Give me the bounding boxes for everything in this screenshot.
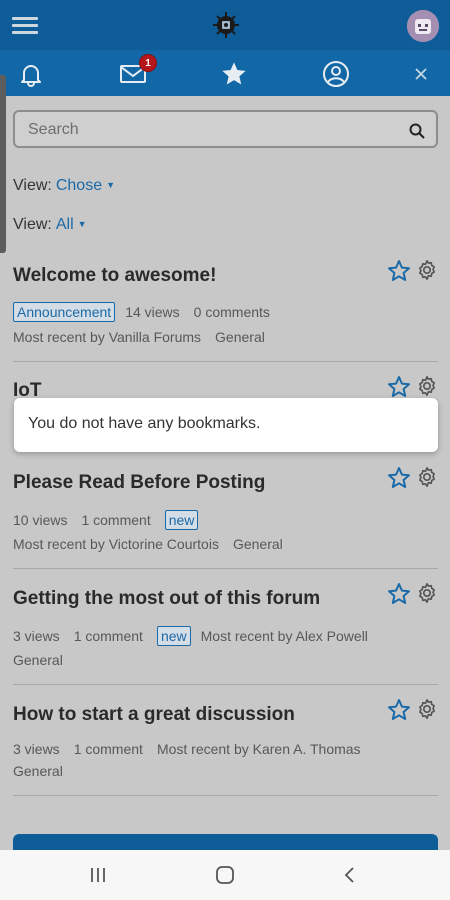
mail-badge: 1 xyxy=(139,54,157,72)
discussion-meta: Announcement 14 views 0 comments xyxy=(13,302,284,322)
view-filter-1[interactable]: View: Chose ▼ xyxy=(13,177,115,195)
divider xyxy=(13,361,438,362)
view-value[interactable]: Chose xyxy=(56,177,102,194)
comment-count: 0 comments xyxy=(193,304,270,320)
gear-icon[interactable] xyxy=(416,698,438,720)
gear-icon[interactable] xyxy=(416,582,438,604)
discussion-title[interactable]: How to start a great discussion xyxy=(13,704,295,726)
close-icon[interactable] xyxy=(406,59,436,89)
notification-bar xyxy=(0,50,450,96)
category: General xyxy=(215,329,265,345)
user-circle-icon[interactable] xyxy=(321,59,351,89)
search-icon[interactable] xyxy=(408,122,426,140)
recent-apps-icon[interactable] xyxy=(86,863,110,887)
user-avatar[interactable] xyxy=(407,10,439,42)
most-recent: Most recent by Karen A. Thomas xyxy=(156,741,361,757)
search-placeholder: Search xyxy=(28,121,79,138)
discussion-meta-recent: Most recent by Victorine Courtois General xyxy=(13,536,297,552)
comment-count: 1 comment xyxy=(73,741,143,757)
gear-icon[interactable] xyxy=(416,466,438,488)
gear-icon[interactable] xyxy=(416,375,438,397)
view-label: View: xyxy=(13,177,52,194)
discussion-meta: 3 views 1 comment new Most recent by Alex P… xyxy=(13,626,382,646)
gear-icon[interactable] xyxy=(416,259,438,281)
new-tag: new xyxy=(156,626,191,646)
star-icon[interactable] xyxy=(219,59,249,89)
discussion-item[interactable]: Getting the most out of this forum 3 vie… xyxy=(13,586,438,676)
divider xyxy=(13,795,438,796)
discussion-meta-category: General xyxy=(13,652,77,668)
category: General xyxy=(13,652,63,668)
bookmark-star-icon[interactable] xyxy=(387,375,411,399)
category: General xyxy=(232,536,283,552)
back-icon[interactable] xyxy=(338,863,362,887)
new-tag: new xyxy=(164,510,199,530)
view-count: 14 views xyxy=(125,304,180,320)
bookmark-star-icon[interactable] xyxy=(387,698,411,722)
view-value[interactable]: All xyxy=(56,216,74,233)
comment-count: 1 comment xyxy=(73,628,143,644)
bookmark-star-icon[interactable] xyxy=(387,582,411,606)
discussion-meta: 10 views 1 comment new xyxy=(13,510,212,530)
announcement-tag: Announcement xyxy=(13,302,116,322)
menu-icon[interactable] xyxy=(12,15,38,35)
discussion-item[interactable]: Welcome to awesome! Announcement 14 views… xyxy=(13,263,438,359)
discussion-title[interactable]: Getting the most out of this forum xyxy=(13,588,320,610)
bookmark-toast: You do not have any bookmarks. xyxy=(14,398,438,452)
discussion-title[interactable]: Please Read Before Posting xyxy=(13,472,265,494)
divider xyxy=(13,568,438,569)
discussion-meta-category: General xyxy=(13,763,77,779)
view-filter-2[interactable]: View: All ▼ xyxy=(13,216,87,234)
most-recent: Most recent by Alex Powell xyxy=(200,628,368,644)
top-app-bar xyxy=(0,0,450,50)
discussion-item[interactable]: Please Read Before Posting 10 views 1 com… xyxy=(13,470,438,560)
discussion-title[interactable]: Welcome to awesome! xyxy=(13,265,216,287)
system-nav-bar xyxy=(0,850,450,900)
home-icon[interactable] xyxy=(213,863,237,887)
category: General xyxy=(13,763,63,779)
app-screen: 1 Search View: Chose ▼ View: All ▼ Welcome t… xyxy=(0,0,450,900)
most-recent: Most recent by Vanilla Forums xyxy=(13,329,202,345)
discussion-item[interactable]: How to start a great discussion 3 views 1… xyxy=(13,702,438,788)
discussion-meta: 3 views 1 comment Most recent by Karen A. … xyxy=(13,741,375,757)
bookmark-star-icon[interactable] xyxy=(387,259,411,283)
search-input[interactable]: Search xyxy=(13,110,438,148)
bookmark-star-icon[interactable] xyxy=(387,466,411,490)
discussion-meta-recent: Most recent by Vanilla Forums General xyxy=(13,329,279,345)
comment-count: 1 comment xyxy=(81,512,151,528)
view-label: View: xyxy=(13,216,52,233)
view-count: 10 views xyxy=(13,512,68,528)
toast-message: You do not have any bookmarks. xyxy=(28,415,261,432)
view-count: 3 views xyxy=(13,628,60,644)
dropdown-caret-icon: ▼ xyxy=(77,219,87,229)
most-recent: Most recent by Victorine Courtois xyxy=(13,536,219,552)
divider xyxy=(13,684,438,685)
dropdown-caret-icon: ▼ xyxy=(106,180,116,190)
view-count: 3 views xyxy=(13,741,60,757)
site-logo-icon[interactable] xyxy=(212,11,240,39)
drawer-handle[interactable] xyxy=(0,75,6,253)
bell-icon[interactable] xyxy=(16,59,46,89)
